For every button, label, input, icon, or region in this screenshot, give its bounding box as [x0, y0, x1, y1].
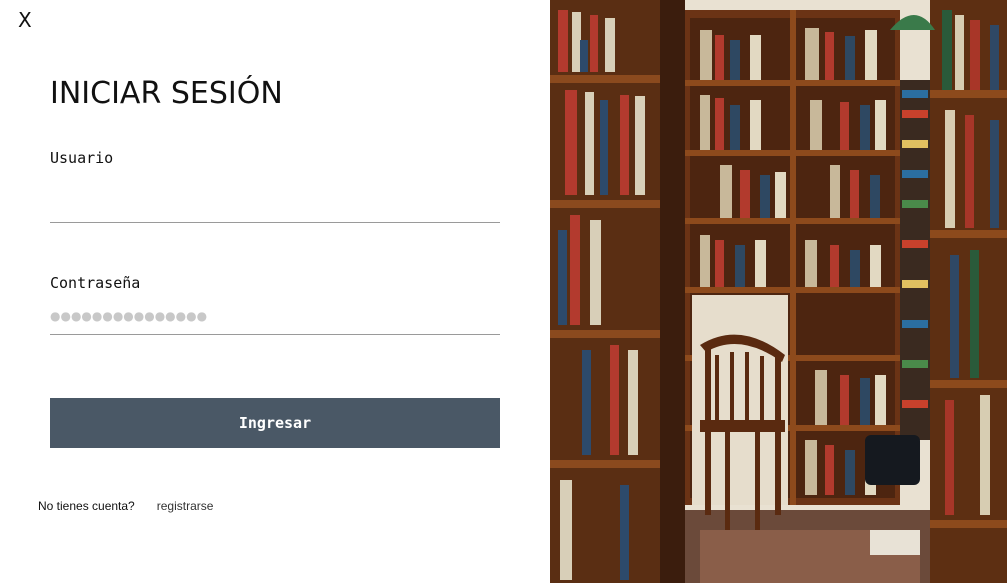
- username-field[interactable]: [50, 187, 500, 223]
- bookstore-image: [550, 0, 1007, 583]
- signup-link[interactable]: registrarse: [157, 499, 214, 513]
- password-label: Contraseña: [50, 274, 141, 292]
- signup-row: No tienes cuenta? registrarse: [38, 499, 213, 513]
- password-field[interactable]: [50, 299, 500, 335]
- bookstore-illustration: [550, 0, 1007, 583]
- close-button[interactable]: X: [18, 8, 32, 32]
- page-title: INICIAR SESIÓN: [50, 76, 283, 111]
- submit-button[interactable]: Ingresar: [50, 398, 500, 448]
- username-label: Usuario: [50, 149, 114, 167]
- signup-prompt: No tienes cuenta?: [38, 499, 135, 513]
- login-panel: X INICIAR SESIÓN Usuario Contraseña ●●●●…: [0, 0, 550, 583]
